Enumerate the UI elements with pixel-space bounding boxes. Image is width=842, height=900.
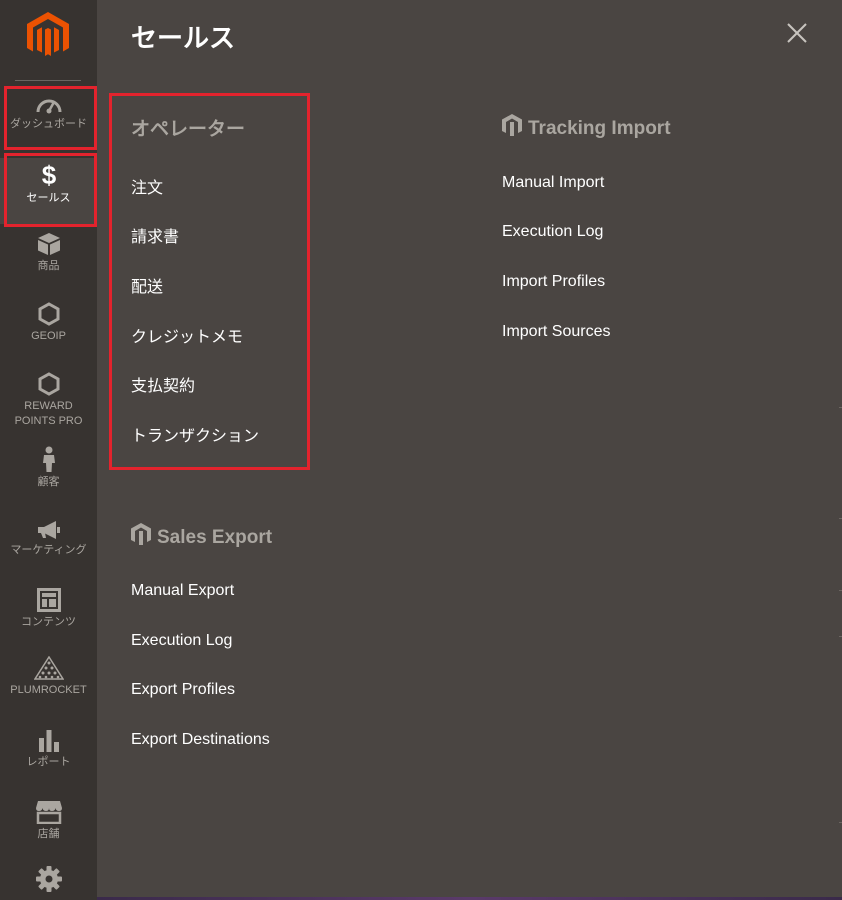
- megaphone-icon: [37, 521, 60, 539]
- sidebar-item-reports[interactable]: レポート: [0, 728, 97, 778]
- sidebar-item-sales[interactable]: $ セールス: [0, 158, 97, 224]
- sidebar-item-marketing[interactable]: マーケティング: [0, 520, 97, 570]
- store-icon: [35, 801, 62, 824]
- sidebar-item-label: 商品: [37, 260, 60, 272]
- sidebar-item-dashboard[interactable]: ダッシュボード: [0, 94, 97, 150]
- menu-link-orders[interactable]: 注文: [131, 174, 163, 198]
- sidebar-item-label: コンテンツ: [21, 616, 76, 628]
- hexagon-icon: [38, 372, 59, 396]
- gear-icon: [35, 866, 62, 892]
- person-icon: [42, 446, 55, 472]
- magento-logo-icon[interactable]: [27, 12, 69, 56]
- sidebar-item-label: 店舗: [37, 828, 60, 840]
- plumrocket-icon: [33, 656, 64, 680]
- sidebar-item-plumrocket[interactable]: PLUMROCKET: [0, 656, 97, 706]
- sidebar-item-settings[interactable]: [0, 866, 97, 900]
- section-title-text: Tracking Import: [528, 118, 671, 139]
- section-title-text: Sales Export: [157, 527, 273, 548]
- menu-link-import-execution-log[interactable]: Execution Log: [502, 223, 603, 241]
- sidebar-item-reward-points-pro[interactable]: REWARD POINTS PRO: [0, 372, 97, 434]
- box-icon: [37, 233, 60, 255]
- sidebar-item-label: ダッシュボード: [10, 118, 87, 130]
- hexagon-icon: [38, 302, 59, 326]
- sidebar-item-label: マーケティング: [10, 544, 87, 556]
- layout-icon: [36, 588, 61, 612]
- sidebar-item-label: PLUMROCKET: [10, 684, 87, 696]
- sidebar-item-label: セールス: [26, 192, 71, 204]
- sidebar-item-label: 顧客: [37, 476, 60, 488]
- sidebar-item-stores[interactable]: 店舗: [0, 800, 97, 850]
- menu-link-invoices[interactable]: 請求書: [131, 223, 179, 247]
- menu-link-export-destinations[interactable]: Export Destinations: [131, 731, 270, 749]
- menu-link-billing-agreements[interactable]: 支払契約: [131, 372, 195, 396]
- menu-link-export-execution-log[interactable]: Execution Log: [131, 632, 232, 650]
- menu-link-import-sources[interactable]: Import Sources: [502, 323, 610, 341]
- dollar-icon: $: [41, 162, 56, 188]
- bar-chart-icon: [38, 730, 59, 752]
- close-icon[interactable]: [784, 20, 810, 46]
- menu-link-shipments[interactable]: 配送: [131, 273, 163, 297]
- menu-link-transactions[interactable]: トランザクション: [131, 422, 259, 446]
- page-title: セールス: [131, 23, 236, 53]
- extension-logo-icon: [502, 114, 522, 136]
- admin-sidebar: ダッシュボード $ セールス 商品 GEOIP REWARD POINTS PR…: [0, 0, 97, 900]
- menu-link-import-profiles[interactable]: Import Profiles: [502, 273, 605, 291]
- menu-link-export-profiles[interactable]: Export Profiles: [131, 681, 235, 699]
- sidebar-item-content[interactable]: コンテンツ: [0, 588, 97, 638]
- sidebar-item-label: GEOIP: [31, 330, 66, 342]
- section-title-text: オペレーター: [131, 119, 246, 140]
- dashboard-icon: [36, 99, 61, 114]
- menu-link-manual-export[interactable]: Manual Export: [131, 582, 234, 600]
- sidebar-item-label: レポート: [26, 756, 71, 768]
- section-title-operations: オペレーター: [131, 114, 245, 141]
- svg-text:$: $: [41, 162, 56, 188]
- menu-link-manual-import[interactable]: Manual Import: [502, 174, 604, 192]
- sidebar-item-customers[interactable]: 顧客: [0, 446, 97, 496]
- logo-divider: [15, 80, 81, 81]
- sidebar-item-geoip[interactable]: GEOIP: [0, 302, 97, 352]
- menu-link-credit-memos[interactable]: クレジットメモ: [131, 323, 243, 347]
- sidebar-item-label: REWARD POINTS PRO: [14, 400, 83, 427]
- section-title-sales-export: Sales Export: [131, 523, 272, 549]
- sidebar-item-products[interactable]: 商品: [0, 232, 97, 282]
- extension-logo-icon: [131, 523, 151, 545]
- section-title-tracking-import: Tracking Import: [502, 114, 671, 140]
